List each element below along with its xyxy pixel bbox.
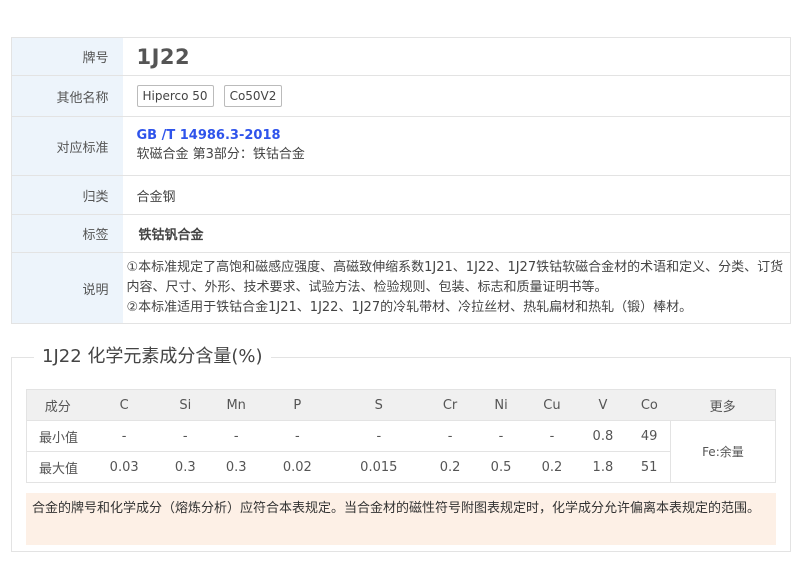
- header-cell: P: [261, 389, 333, 421]
- table-cell: -: [88, 420, 160, 452]
- header-cell: V: [577, 389, 629, 421]
- grade-row: 牌号 1J22: [11, 37, 791, 76]
- table-cell: 0.03: [88, 451, 160, 483]
- min-label: 最小值: [26, 420, 89, 452]
- header-cell: C: [88, 389, 160, 421]
- more-cell: Fe:余量: [669, 420, 776, 483]
- table-cell: 0.2: [424, 451, 476, 483]
- tag-value[interactable]: 铁钴钒合金: [137, 228, 204, 243]
- description-line-2: ②本标准适用于铁钴合金1J21、1J22、1J27的冷轧带材、冷拉丝材、热轧扁材…: [126, 300, 693, 315]
- alias-tag[interactable]: Co50V2: [223, 85, 283, 107]
- header-cell: Cu: [526, 389, 578, 421]
- description-row: 说明 ①本标准规定了高饱和磁感应强度、高磁致伸缩系数1J21、1J22、1J27…: [11, 252, 791, 324]
- composition-table: 成分 C Si Mn P S Cr Ni Cu V Co 更多 最小值 - - …: [26, 389, 776, 483]
- max-label: 最大值: [26, 451, 89, 483]
- composition-header-row: 成分 C Si Mn P S Cr Ni Cu V Co 更多: [26, 389, 776, 421]
- max-row: 最大值 0.03 0.3 0.3 0.02 0.015 0.2 0.5 0.2 …: [26, 451, 776, 483]
- header-cell: Si: [159, 389, 211, 421]
- category-value: 合金钢: [122, 175, 791, 215]
- header-cell: Mn: [210, 389, 262, 421]
- category-label: 归类: [11, 175, 123, 215]
- description-label: 说明: [11, 252, 123, 324]
- table-cell: 0.3: [210, 451, 262, 483]
- alias-label: 其他名称: [11, 75, 123, 117]
- grade-value: 1J22: [136, 44, 191, 69]
- standard-link[interactable]: GB /T 14986.3-2018: [137, 127, 781, 145]
- table-cell: 51: [628, 451, 671, 483]
- table-cell: 49: [628, 420, 671, 452]
- material-info-table: 牌号 1J22 其他名称 Hiperco 50 Co50V2 对应标准 GB /T…: [11, 37, 791, 324]
- chemical-composition-panel: 1J22 化学元素成分含量(%) 成分 C Si Mn P S Cr Ni Cu…: [11, 345, 791, 552]
- chemical-composition-title: 1J22 化学元素成分含量(%): [34, 345, 271, 369]
- tag-row: 标签 铁钴钒合金: [11, 214, 791, 253]
- table-cell: -: [526, 420, 578, 452]
- description-line-1: ①本标准规定了高饱和磁感应强度、高磁致伸缩系数1J21、1J22、1J27铁钴软…: [126, 260, 784, 295]
- header-cell: 成分: [26, 389, 89, 421]
- header-cell: S: [332, 389, 425, 421]
- header-cell: Cr: [424, 389, 476, 421]
- header-cell: Ni: [475, 389, 527, 421]
- standard-name: 软磁合金 第3部分：铁钴合金: [136, 147, 305, 162]
- table-cell: -: [210, 420, 262, 452]
- table-cell: -: [261, 420, 333, 452]
- composition-note: 合金的牌号和化学成分（熔炼分析）应符合本表规定。当合金材的磁性符号附图表规定时，…: [26, 493, 776, 545]
- table-cell: -: [475, 420, 527, 452]
- table-cell: 1.8: [577, 451, 629, 483]
- table-cell: -: [159, 420, 211, 452]
- table-cell: 0.8: [577, 420, 629, 452]
- table-cell: 0.5: [475, 451, 527, 483]
- table-cell: 0.2: [526, 451, 578, 483]
- tag-label: 标签: [11, 214, 123, 253]
- header-cell: Co: [628, 389, 671, 421]
- header-cell: 更多: [670, 389, 776, 421]
- table-cell: -: [332, 420, 425, 452]
- table-cell: 0.02: [261, 451, 333, 483]
- table-cell: -: [424, 420, 476, 452]
- standard-row: 对应标准 GB /T 14986.3-2018 软磁合金 第3部分：铁钴合金: [11, 116, 791, 176]
- table-cell: 0.3: [159, 451, 211, 483]
- table-cell: 0.015: [332, 451, 425, 483]
- category-row: 归类 合金钢: [11, 175, 791, 215]
- min-row: 最小值 - - - - - - - - 0.8 49 Fe:余量: [26, 420, 776, 483]
- alias-tag[interactable]: Hiperco 50: [136, 85, 214, 107]
- standard-label: 对应标准: [11, 116, 123, 176]
- alias-row: 其他名称 Hiperco 50 Co50V2: [11, 75, 791, 117]
- grade-label: 牌号: [11, 37, 123, 76]
